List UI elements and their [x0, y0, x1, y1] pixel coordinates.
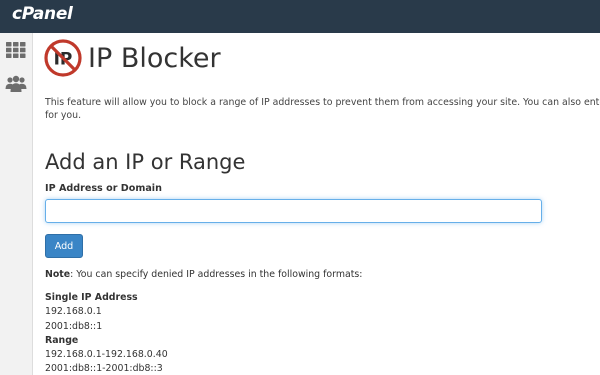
add-ip-heading: Add an IP or Range — [45, 150, 246, 174]
ip-field-label: IP Address or Domain — [45, 183, 162, 194]
format-note: Note: You can specify denied IP addresse… — [45, 269, 362, 280]
page-header: IP IP Blocker — [44, 39, 221, 77]
apps-grid-button[interactable] — [4, 38, 28, 62]
format-example: 2001:db8::1-2001:db8::3 — [45, 363, 163, 375]
page-description: This feature will allow you to block a r… — [45, 96, 600, 122]
add-button[interactable]: Add — [45, 234, 83, 258]
format-examples: Single IP Address 192.168.0.1 2001:db8::… — [45, 291, 168, 375]
note-text: : You can specify denied IP addresses in… — [70, 269, 363, 280]
users-button[interactable] — [4, 72, 28, 96]
description-line-1: This feature will allow you to block a r… — [45, 97, 600, 108]
format-example: 2001:db8::1 — [45, 320, 103, 332]
top-bar: cPanel — [0, 0, 600, 33]
cpanel-logo[interactable]: cPanel — [12, 4, 73, 24]
users-icon — [5, 75, 27, 92]
format-title: Range — [45, 334, 79, 346]
format-example: 192.168.0.1 — [45, 306, 102, 318]
main-content: IP IP Blocker This feature will allow yo… — [33, 33, 600, 375]
ip-blocker-icon: IP — [44, 39, 82, 77]
format-example: 192.168.0.1-192.168.0.40 — [45, 349, 168, 361]
description-line-2: for you. — [45, 110, 82, 121]
ip-address-input[interactable] — [45, 199, 542, 223]
page-title: IP Blocker — [88, 42, 221, 74]
format-title: Single IP Address — [45, 292, 138, 303]
left-sidebar — [0, 33, 33, 375]
note-prefix: Note — [45, 269, 71, 280]
grid-icon — [6, 42, 26, 58]
